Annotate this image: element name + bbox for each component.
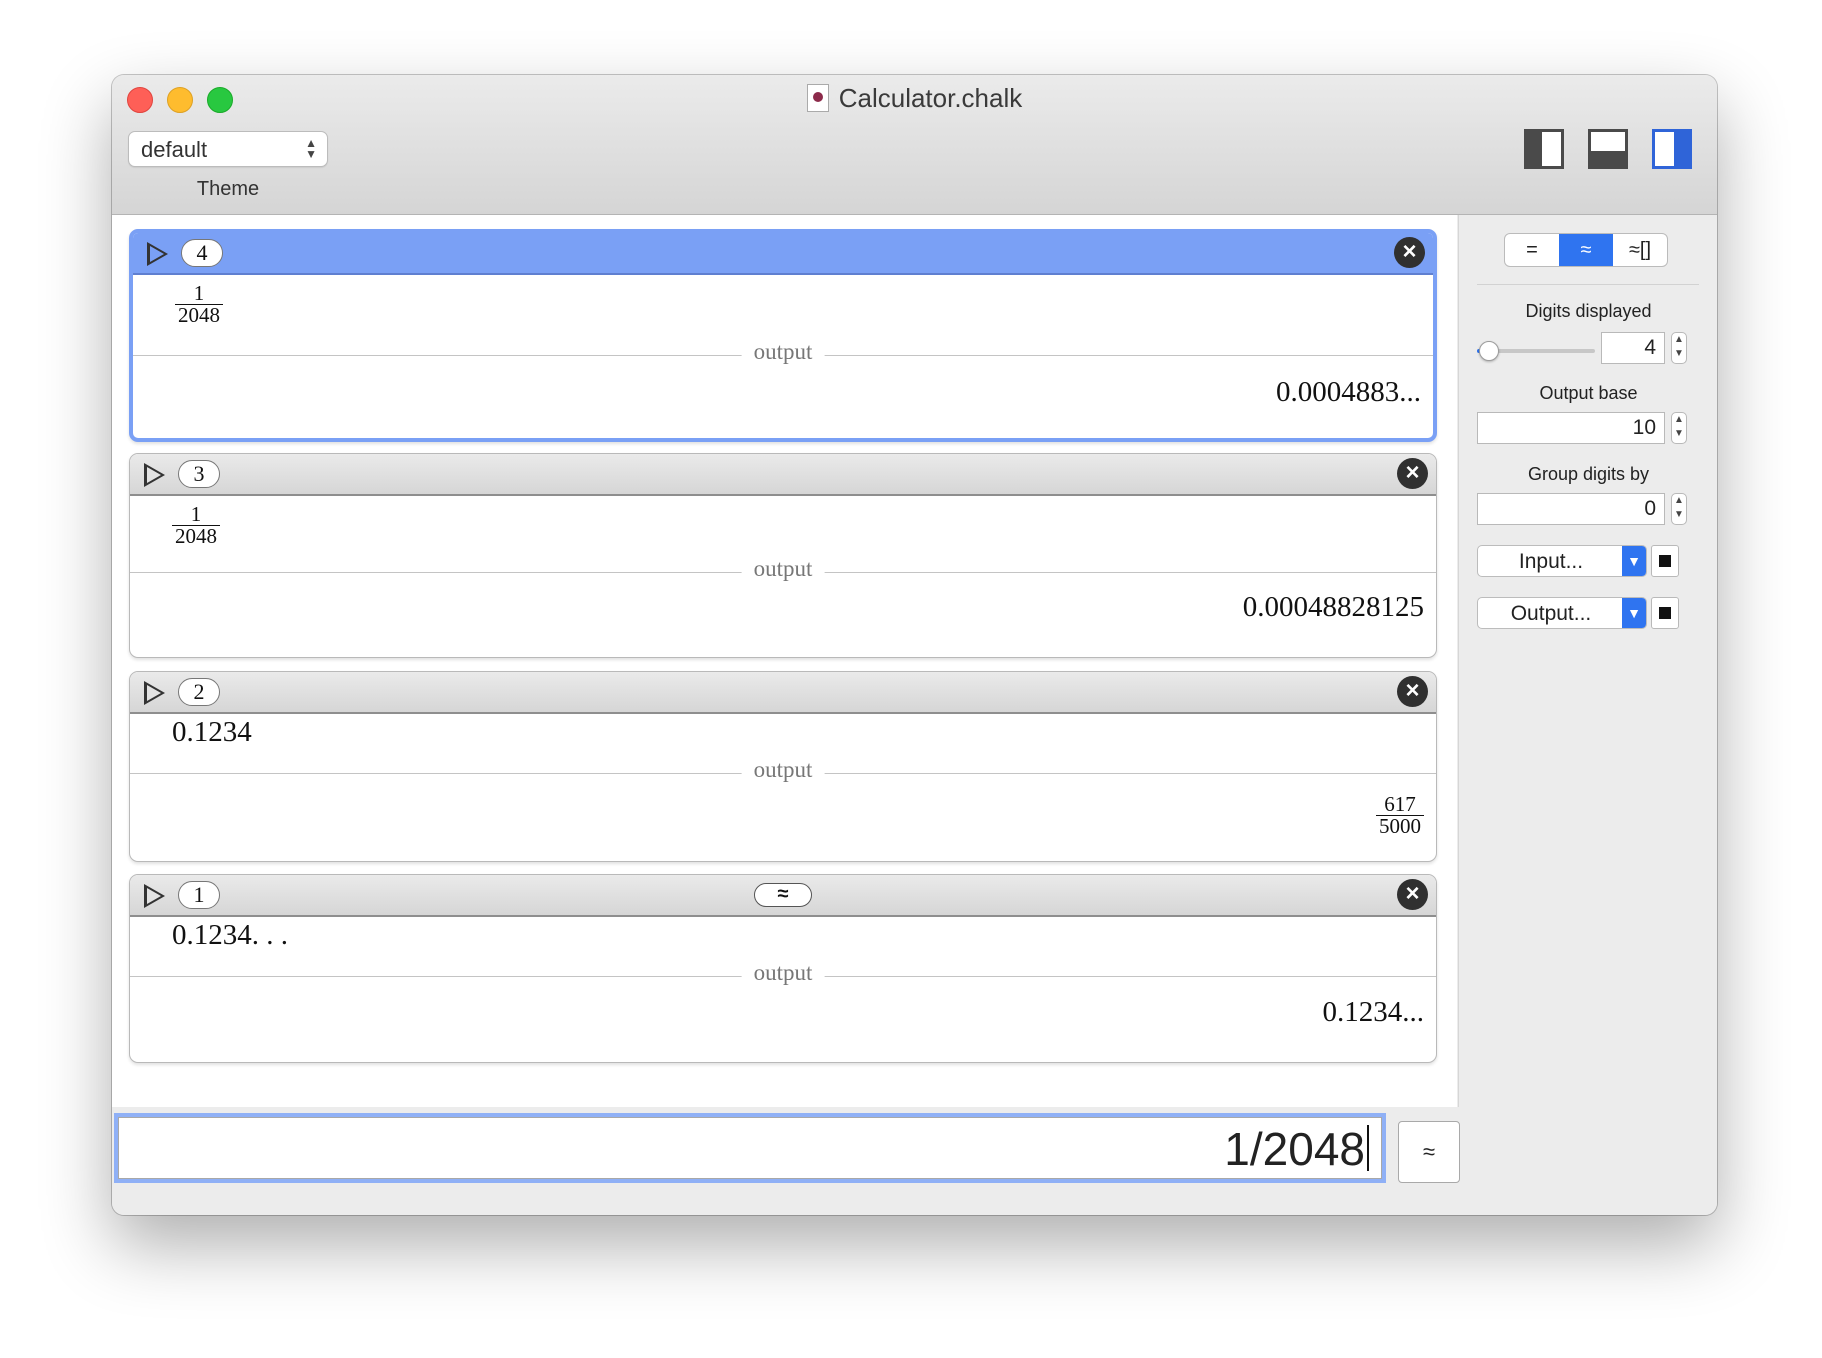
entry-header: 4 × xyxy=(133,233,1433,275)
play-icon[interactable] xyxy=(144,884,165,908)
compute-mode-control[interactable]: = ≈ ≈[] xyxy=(1504,233,1668,267)
entry-output: 617 5000 xyxy=(1376,794,1424,837)
document-icon xyxy=(806,84,829,112)
popup-arrows-icon: ▲ ▼ xyxy=(305,136,317,161)
theme-label: Theme xyxy=(196,178,260,200)
output-label: output xyxy=(741,960,825,986)
output-base-stepper[interactable]: ▲ ▼ xyxy=(1671,412,1687,444)
output-divider: output xyxy=(133,339,1433,365)
input-bar: 1/2048 ≈ xyxy=(112,1107,1717,1215)
digits-displayed-label: Digits displayed xyxy=(1525,301,1652,321)
entry-input: 1 2048 xyxy=(172,504,220,547)
entry-header: 1 ≈ × xyxy=(130,875,1436,917)
digits-field[interactable]: 4 xyxy=(1601,332,1665,364)
output-divider: output xyxy=(130,556,1436,582)
remove-entry-icon[interactable]: × xyxy=(1397,676,1428,707)
output-label: output xyxy=(741,556,825,582)
fraction: 1 2048 xyxy=(175,283,223,326)
entry-output: 0.00048828125 xyxy=(1242,591,1424,623)
text-caret xyxy=(1367,1125,1369,1171)
left-panel-toggle-icon[interactable] xyxy=(1524,129,1564,169)
output-divider: output xyxy=(130,960,1436,986)
entry-number-badge: 1 xyxy=(178,881,220,909)
entry-4[interactable]: 4 × 1 2048 output 0.0004883... xyxy=(129,229,1437,442)
entry-1[interactable]: 1 ≈ × 0.1234. . . output 0.1234... xyxy=(129,874,1437,1063)
fraction: 1 2048 xyxy=(172,504,220,547)
entries-list: 4 × 1 2048 output 0.0004883... 3 × 1 204… xyxy=(112,215,1457,1107)
play-icon[interactable] xyxy=(144,463,165,487)
entry-output: 0.0004883... xyxy=(1276,376,1421,408)
group-digits-field[interactable]: 0 xyxy=(1477,493,1665,525)
output-color-swatch[interactable] xyxy=(1651,597,1679,629)
fraction: 617 5000 xyxy=(1376,794,1424,837)
entry-input: 0.1234 xyxy=(172,716,252,748)
entry-number-badge: 2 xyxy=(178,678,220,706)
entry-2[interactable]: 2 × 0.1234 output 617 5000 xyxy=(129,671,1437,862)
bottom-panel-toggle-icon[interactable] xyxy=(1588,129,1628,169)
approximation-badge: ≈ xyxy=(754,883,812,907)
chevron-down-icon: ▼ xyxy=(1622,546,1646,576)
entry-header: 3 × xyxy=(130,454,1436,496)
output-label: output xyxy=(741,757,825,783)
output-base-label: Output base xyxy=(1539,383,1638,403)
group-digits-stepper[interactable]: ▲ ▼ xyxy=(1671,493,1687,525)
digits-stepper[interactable]: ▲ ▼ xyxy=(1671,332,1687,364)
approximate-button[interactable]: ≈ xyxy=(1398,1121,1460,1183)
expression-input[interactable]: 1/2048 xyxy=(114,1113,1386,1183)
remove-entry-icon[interactable]: × xyxy=(1394,237,1425,268)
window-title: Calculator.chalk xyxy=(838,83,1023,113)
output-divider: output xyxy=(130,757,1436,783)
output-base-field[interactable]: 10 xyxy=(1477,412,1665,444)
output-color-popup[interactable]: Output... ▼ xyxy=(1477,597,1647,629)
mode-exact[interactable]: = xyxy=(1505,234,1559,266)
app-window: Calculator.chalk default ▲ ▼ Theme 4 × 1 … xyxy=(112,75,1717,1215)
remove-entry-icon[interactable]: × xyxy=(1397,458,1428,489)
entry-number-badge: 4 xyxy=(181,239,223,267)
entry-3[interactable]: 3 × 1 2048 output 0.00048828125 xyxy=(129,453,1437,658)
entry-header: 2 × xyxy=(130,672,1436,714)
group-digits-label: Group digits by xyxy=(1527,464,1650,484)
sidebar-separator xyxy=(1477,284,1699,285)
chevron-down-icon: ▼ xyxy=(1622,598,1646,628)
digits-slider-knob[interactable] xyxy=(1479,341,1499,361)
input-color-swatch[interactable] xyxy=(1651,545,1679,577)
input-color-popup[interactable]: Input... ▼ xyxy=(1477,545,1647,577)
output-label: output xyxy=(741,339,825,365)
remove-entry-icon[interactable]: × xyxy=(1397,879,1428,910)
entry-input: 1 2048 xyxy=(175,283,223,326)
entry-output: 0.1234... xyxy=(1322,996,1425,1028)
entry-input: 0.1234. . . xyxy=(172,919,288,951)
settings-sidebar: = ≈ ≈[] Digits displayed 4 ▲ ▼ Output bas… xyxy=(1458,215,1717,1107)
entry-number-badge: 3 xyxy=(178,460,220,488)
play-icon[interactable] xyxy=(147,242,168,266)
theme-value: default xyxy=(141,137,208,162)
right-panel-toggle-icon[interactable] xyxy=(1652,129,1692,169)
title-bar: Calculator.chalk default ▲ ▼ Theme xyxy=(112,75,1717,215)
window-title-area: Calculator.chalk xyxy=(112,83,1717,114)
mode-interval[interactable]: ≈[] xyxy=(1613,234,1667,266)
play-icon[interactable] xyxy=(144,681,165,705)
theme-popup[interactable]: default ▲ ▼ xyxy=(128,131,328,167)
mode-approx[interactable]: ≈ xyxy=(1559,234,1613,266)
